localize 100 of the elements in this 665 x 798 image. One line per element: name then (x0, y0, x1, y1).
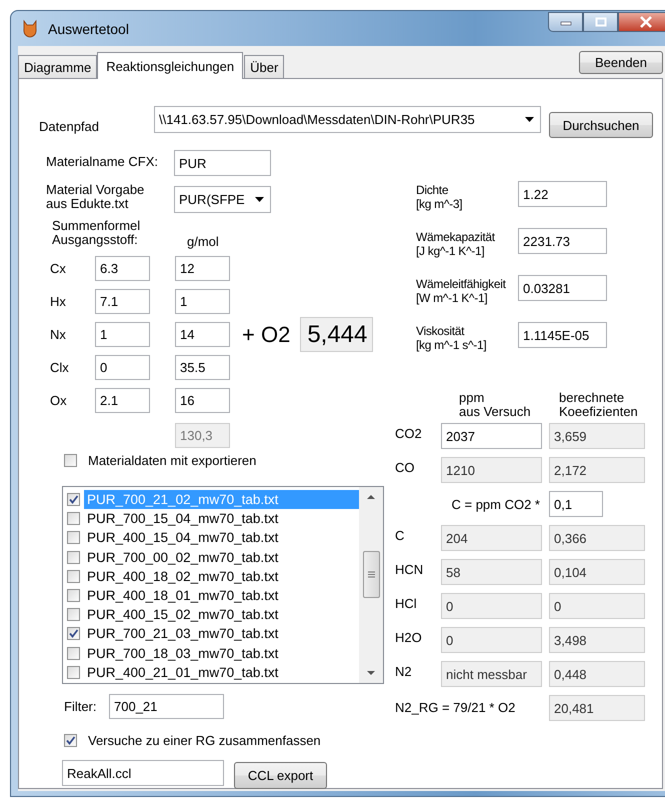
field-label: Materialname CFX: (45, 153, 159, 169)
property-field[interactable]: 2231.73 (518, 228, 607, 254)
checkbox[interactable] (64, 734, 77, 747)
caret-icon (525, 117, 534, 122)
factor-label: C = ppm CO2 * (450, 496, 541, 514)
checkbox[interactable] (67, 550, 80, 564)
coefficient-field: 20,481 (549, 695, 645, 721)
coefficient-field: 0 (549, 593, 645, 619)
gas-label: CO (395, 459, 416, 477)
count-field[interactable]: 0 (95, 355, 150, 380)
property-label: Wämekapazität [J kg^-1 K^-1] (415, 230, 496, 258)
export-button[interactable]: CCL export (234, 762, 327, 789)
file-item[interactable]: PUR_400_18_02_mw70_tab.txt (84, 566, 359, 586)
file-item[interactable]: PUR_400_18_01_mw70_tab.txt (84, 586, 359, 606)
count-field[interactable]: 2.1 (95, 388, 150, 413)
ppm-field: 0 (441, 627, 542, 653)
checkbox[interactable] (67, 627, 80, 640)
scrollbar[interactable] (359, 487, 383, 683)
property-field[interactable]: 1.1145E-05 (518, 322, 607, 348)
file-item[interactable]: PUR_400_21_01_mw70_tab.txt (84, 662, 359, 682)
formula-label: N2_RG = 79/21 * O2 (395, 699, 516, 717)
maximize-button[interactable] (583, 12, 618, 32)
coefficient-field: 3,659 (549, 423, 645, 449)
checkbox-label: Versuche zu einer RG zusammenfassen (88, 733, 321, 748)
tab[interactable]: Reaktionsgleichungen (97, 52, 244, 79)
file-item[interactable]: PUR_700_00_02_mw70_tab.txt (84, 548, 359, 567)
ppm-field: 0 (441, 593, 542, 619)
molar-mass-field[interactable]: 35.5 (175, 355, 230, 380)
element-label: Clx (49, 360, 70, 375)
oxygen-label: + O2 (242, 322, 290, 348)
ppm-field: 204 (441, 525, 542, 551)
molar-mass-field[interactable]: 1 (175, 289, 230, 314)
property-field[interactable]: 0.03281 (518, 275, 607, 301)
element-label: Ox (49, 393, 68, 408)
total-mass-field: 130,3 (175, 423, 230, 448)
coefficient-field: 3,498 (549, 627, 645, 653)
count-field[interactable]: 7.1 (95, 289, 150, 314)
element-label: Hx (49, 294, 67, 309)
maximize-icon (594, 17, 606, 27)
gas-label: C (395, 527, 406, 545)
checkbox[interactable] (67, 589, 80, 602)
count-field[interactable]: 1 (95, 322, 150, 347)
column-header: g/mol (187, 234, 219, 249)
cat-icon (21, 18, 39, 38)
ppm-field: 58 (441, 559, 542, 585)
factor-field[interactable]: 0,1 (549, 491, 603, 517)
output-file-field[interactable]: ReakAll.ccl (62, 760, 224, 786)
material-name-field[interactable]: PUR (174, 150, 271, 176)
coefficient-field: 0,448 (549, 661, 645, 687)
material-dropdown[interactable]: PUR(SFPE (174, 186, 271, 213)
coefficient-field: 2,172 (549, 457, 645, 483)
checkbox[interactable] (67, 570, 80, 583)
file-item[interactable]: PUR_700_21_03_mw70_tab.txt (84, 624, 359, 644)
checkbox[interactable] (67, 646, 80, 660)
tab[interactable]: Über (244, 55, 284, 78)
checkbox[interactable] (64, 454, 77, 467)
property-label: Viskosität [kg m^-1 s^-1] (415, 324, 488, 352)
path-dropdown[interactable]: \\141.63.57.95\Download\Messdaten\DIN-Rohr\PUR35 (154, 106, 541, 133)
column-header: Summenformel Ausgangsstoff: (51, 219, 142, 249)
gas-label: HCN (395, 561, 424, 579)
molar-mass-field[interactable]: 16 (175, 388, 230, 413)
minimize-button[interactable] (548, 12, 583, 32)
checkbox-label: Materialdaten mit exportieren (88, 453, 256, 468)
tab[interactable]: Diagramme (18, 55, 98, 78)
scroll-up-icon[interactable] (367, 495, 375, 499)
file-item[interactable]: PUR_700_15_04_mw70_tab.txt (84, 509, 359, 528)
coefficient-field: 0,366 (549, 525, 645, 551)
window-title: Auswertetool (48, 20, 129, 36)
scroll-thumb[interactable] (362, 551, 380, 598)
close-button[interactable] (618, 12, 665, 32)
quit-button[interactable]: Beenden (579, 51, 663, 74)
ppm-field: 1210 (441, 457, 542, 483)
property-field[interactable]: 1.22 (518, 181, 607, 207)
molar-mass-field[interactable]: 14 (175, 322, 230, 347)
browse-button[interactable]: Durchsuchen (549, 112, 653, 138)
filter-field[interactable]: 700_21 (109, 694, 224, 719)
column-header: ppm aus Versuch (458, 391, 532, 421)
field-label: Filter: (64, 699, 98, 714)
close-icon (639, 16, 653, 28)
checkbox[interactable] (67, 512, 80, 526)
checkbox[interactable] (67, 531, 80, 544)
gas-label: N2 (395, 663, 413, 681)
gas-label: HCl (395, 595, 418, 613)
ppm-field[interactable]: 2037 (441, 423, 542, 449)
molar-mass-field[interactable]: 12 (175, 256, 230, 281)
file-item[interactable]: PUR_700_18_03_mw70_tab.txt (84, 644, 359, 663)
field-label: Material Vorgabe aus Edukte.txt (45, 183, 146, 211)
checkbox[interactable] (67, 608, 80, 622)
property-label: Wämeleitfähigkeit [W m^-1 K^-1] (415, 277, 507, 305)
count-field[interactable]: 6.3 (95, 256, 150, 281)
coefficient-field: 0,104 (549, 559, 645, 585)
file-item[interactable]: PUR_400_15_04_mw70_tab.txt (84, 528, 359, 548)
gas-label: H2O (395, 629, 423, 647)
caret-icon (255, 197, 264, 202)
field-label: Datenpfad (39, 119, 100, 134)
checkbox[interactable] (67, 666, 80, 679)
scroll-down-icon[interactable] (367, 671, 375, 675)
file-item[interactable]: PUR_400_15_02_mw70_tab.txt (84, 605, 359, 624)
checkbox[interactable] (67, 493, 80, 506)
gas-label: CO2 (395, 425, 423, 443)
